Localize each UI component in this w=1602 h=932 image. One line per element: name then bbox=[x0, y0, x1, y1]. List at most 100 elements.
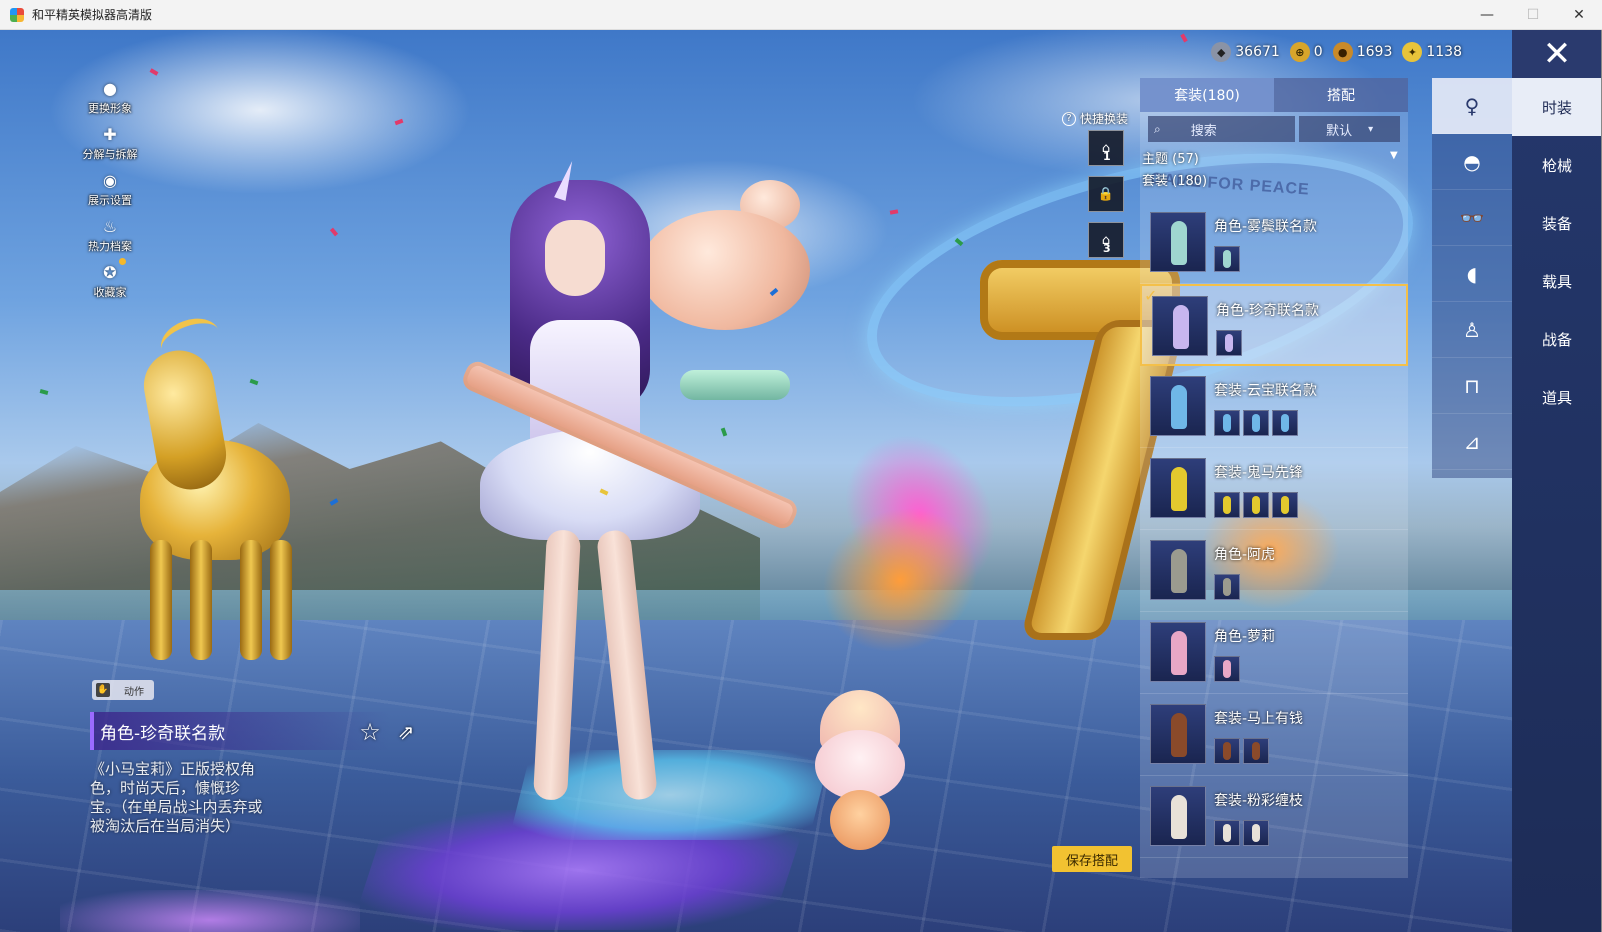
outfit-row[interactable]: ✓ 角色-珍奇联名款 bbox=[1140, 284, 1408, 366]
qilin-leg bbox=[240, 540, 262, 660]
outfit-part-thumbnail[interactable] bbox=[1214, 410, 1240, 436]
item-description: 《小马宝莉》正版授权角色，时尚天后，慷慨珍宝。（在单局战斗内丢弃或被淘汰后在当局… bbox=[90, 760, 263, 835]
outfit-parts bbox=[1214, 820, 1269, 846]
decompose-button[interactable]: ✚ 分解与拆解 bbox=[80, 122, 140, 168]
bronze-coin-icon: ● bbox=[1332, 42, 1353, 62]
display-settings-button[interactable]: ◉ 展示设置 bbox=[80, 168, 140, 214]
heat-archive-button[interactable]: ♨ 热力档案 bbox=[80, 214, 140, 260]
category-column: 时装 枪械 装备 载具 战备 道具 bbox=[1512, 78, 1602, 932]
outfit-part-thumbnail[interactable] bbox=[1243, 492, 1269, 518]
outfit-parts bbox=[1214, 410, 1298, 436]
outfit-row[interactable]: 角色-阿虎 bbox=[1140, 530, 1408, 612]
tab-items[interactable]: 道具 bbox=[1512, 368, 1602, 426]
tab-vehicles[interactable]: 载具 bbox=[1512, 252, 1602, 310]
outfit-part-thumbnail[interactable] bbox=[1243, 410, 1269, 436]
confetti bbox=[39, 389, 49, 395]
outfit-part-figure bbox=[1223, 742, 1231, 760]
tab-equipment[interactable]: 装备 bbox=[1512, 194, 1602, 252]
outfit-part-thumbnail[interactable] bbox=[1243, 738, 1269, 764]
outfit-part-thumbnail[interactable] bbox=[1272, 492, 1298, 518]
outfit-part-figure bbox=[1223, 578, 1231, 596]
outfit-part-thumbnail[interactable] bbox=[1272, 410, 1298, 436]
outfit-part-figure bbox=[1252, 496, 1260, 514]
outfit-part-thumbnail[interactable] bbox=[1214, 820, 1240, 846]
gold-token-value: 0 bbox=[1313, 44, 1323, 60]
cap-icon[interactable]: ◓ bbox=[1432, 134, 1512, 190]
outfit-row[interactable]: 角色-萝莉 bbox=[1140, 612, 1408, 694]
outfit-part-figure bbox=[1281, 496, 1289, 514]
quick-swap-label[interactable]: ? 快捷换装 bbox=[1062, 110, 1128, 127]
decompose-label: 分解与拆解 bbox=[82, 148, 138, 161]
outfit-thumbnail bbox=[1152, 296, 1208, 356]
action-label: 动作 bbox=[124, 686, 144, 698]
tab-mix[interactable]: 搭配 bbox=[1274, 78, 1408, 112]
maximize-button[interactable]: ☐ bbox=[1510, 0, 1556, 30]
outfit-parts bbox=[1214, 656, 1240, 682]
character-face bbox=[545, 220, 605, 296]
change-appearance-label: 更换形象 bbox=[88, 102, 132, 115]
app-icon bbox=[10, 7, 24, 22]
quick-swap-slot-3[interactable]: ⌂ 3 bbox=[1088, 222, 1124, 258]
outfit-name: 套装-鬼马先锋 bbox=[1214, 465, 1304, 481]
outfit-panel: 套装(180) 搭配 ⌕ 搜索 默认 ▾ 主题 (57) ▼ 套装 (180) … bbox=[1140, 78, 1408, 878]
currency-bar: ◆ 36671 ⊕ 0 ● 1693 ✦ 1138 bbox=[1211, 42, 1462, 62]
outfit-name: 角色-雾鬓联名款 bbox=[1214, 219, 1318, 235]
outfit-row[interactable]: 套装-云宝联名款 bbox=[1140, 366, 1408, 448]
tab-sets[interactable]: 套装(180) bbox=[1140, 78, 1274, 112]
outfit-parts bbox=[1214, 574, 1240, 600]
outfit-part-thumbnail[interactable] bbox=[1214, 246, 1240, 272]
mask-icon[interactable]: ◖ bbox=[1432, 246, 1512, 302]
outfit-row[interactable]: 角色-雾鬓联名款 bbox=[1140, 202, 1408, 284]
shoes-icon[interactable]: ⊿ bbox=[1432, 414, 1512, 470]
outfit-part-thumbnail[interactable] bbox=[1214, 492, 1240, 518]
outfit-thumbnail bbox=[1150, 376, 1206, 436]
character-leg-left bbox=[532, 529, 582, 801]
outfit-row[interactable]: 套装-鬼马先锋 bbox=[1140, 448, 1408, 530]
outfit-part-thumbnail[interactable] bbox=[1243, 820, 1269, 846]
window-titlebar: 和平精英模拟器高清版 — ☐ ✕ bbox=[0, 0, 1602, 30]
filter-sets[interactable]: 套装 (180) bbox=[1142, 170, 1207, 189]
filter-theme[interactable]: 主题 (57) bbox=[1142, 148, 1199, 167]
outfit-figure bbox=[1171, 467, 1187, 511]
subcategory-column: ♀ ◓ 👓 ◖ ♙ ⊓ ⊿ bbox=[1432, 78, 1512, 478]
quick-swap-slot-2[interactable]: 🔒 bbox=[1088, 176, 1124, 212]
outfit-part-thumbnail[interactable] bbox=[1214, 656, 1240, 682]
top-icon[interactable]: ♙ bbox=[1432, 302, 1512, 358]
collector-button[interactable]: ✪ 收藏家 bbox=[80, 258, 140, 306]
quick-swap-slot-1[interactable]: ⌂ 1 bbox=[1088, 130, 1124, 166]
silver-coin-value: 36671 bbox=[1235, 44, 1280, 60]
outfit-part-thumbnail[interactable] bbox=[1214, 574, 1240, 600]
pants-icon[interactable]: ⊓ bbox=[1432, 358, 1512, 414]
confetti bbox=[149, 68, 159, 76]
outfit-part-thumbnail[interactable] bbox=[1216, 330, 1242, 356]
close-window-button[interactable]: ✕ bbox=[1556, 0, 1602, 30]
minimize-button[interactable]: — bbox=[1464, 0, 1510, 30]
tab-weapons[interactable]: 枪械 bbox=[1512, 136, 1602, 194]
qilin-leg bbox=[270, 540, 292, 660]
star-point-value: 1138 bbox=[1426, 44, 1462, 60]
outfit-part-thumbnail[interactable] bbox=[1214, 738, 1240, 764]
outfit-row[interactable]: 套装-马上有钱 bbox=[1140, 694, 1408, 776]
currency-item: ✦ 1138 bbox=[1402, 42, 1462, 62]
close-wardrobe-button[interactable]: ✕ bbox=[1512, 30, 1602, 78]
tab-fashion[interactable]: 时装 bbox=[1512, 78, 1602, 136]
pet-body bbox=[830, 790, 890, 850]
favorite-star-icon[interactable]: ☆ bbox=[356, 718, 384, 746]
flame-icon: ♨ bbox=[102, 216, 118, 236]
display-settings-label: 展示设置 bbox=[88, 194, 132, 207]
qilin-leg bbox=[190, 540, 212, 660]
action-button[interactable]: ✋ 动作 bbox=[92, 680, 154, 700]
qilin-horn bbox=[154, 310, 226, 370]
share-icon[interactable]: ⇗ bbox=[392, 718, 420, 746]
tab-battle-prep[interactable]: 战备 bbox=[1512, 310, 1602, 368]
character-leg-right bbox=[595, 528, 659, 802]
search-input[interactable]: ⌕ 搜索 bbox=[1148, 116, 1296, 142]
caret-down-icon[interactable]: ▼ bbox=[1390, 150, 1398, 161]
glasses-icon[interactable]: 👓 bbox=[1432, 190, 1512, 246]
outfit-figure-icon[interactable]: ♀ bbox=[1432, 78, 1512, 134]
outfit-row[interactable]: 套装-粉彩缠枝 bbox=[1140, 776, 1408, 858]
lock-icon: 🔒 bbox=[1097, 186, 1115, 202]
change-appearance-button[interactable]: ● 更换形象 bbox=[80, 76, 140, 122]
sort-dropdown[interactable]: 默认 ▾ bbox=[1299, 116, 1400, 142]
save-outfit-button[interactable]: 保存搭配 bbox=[1052, 846, 1132, 872]
